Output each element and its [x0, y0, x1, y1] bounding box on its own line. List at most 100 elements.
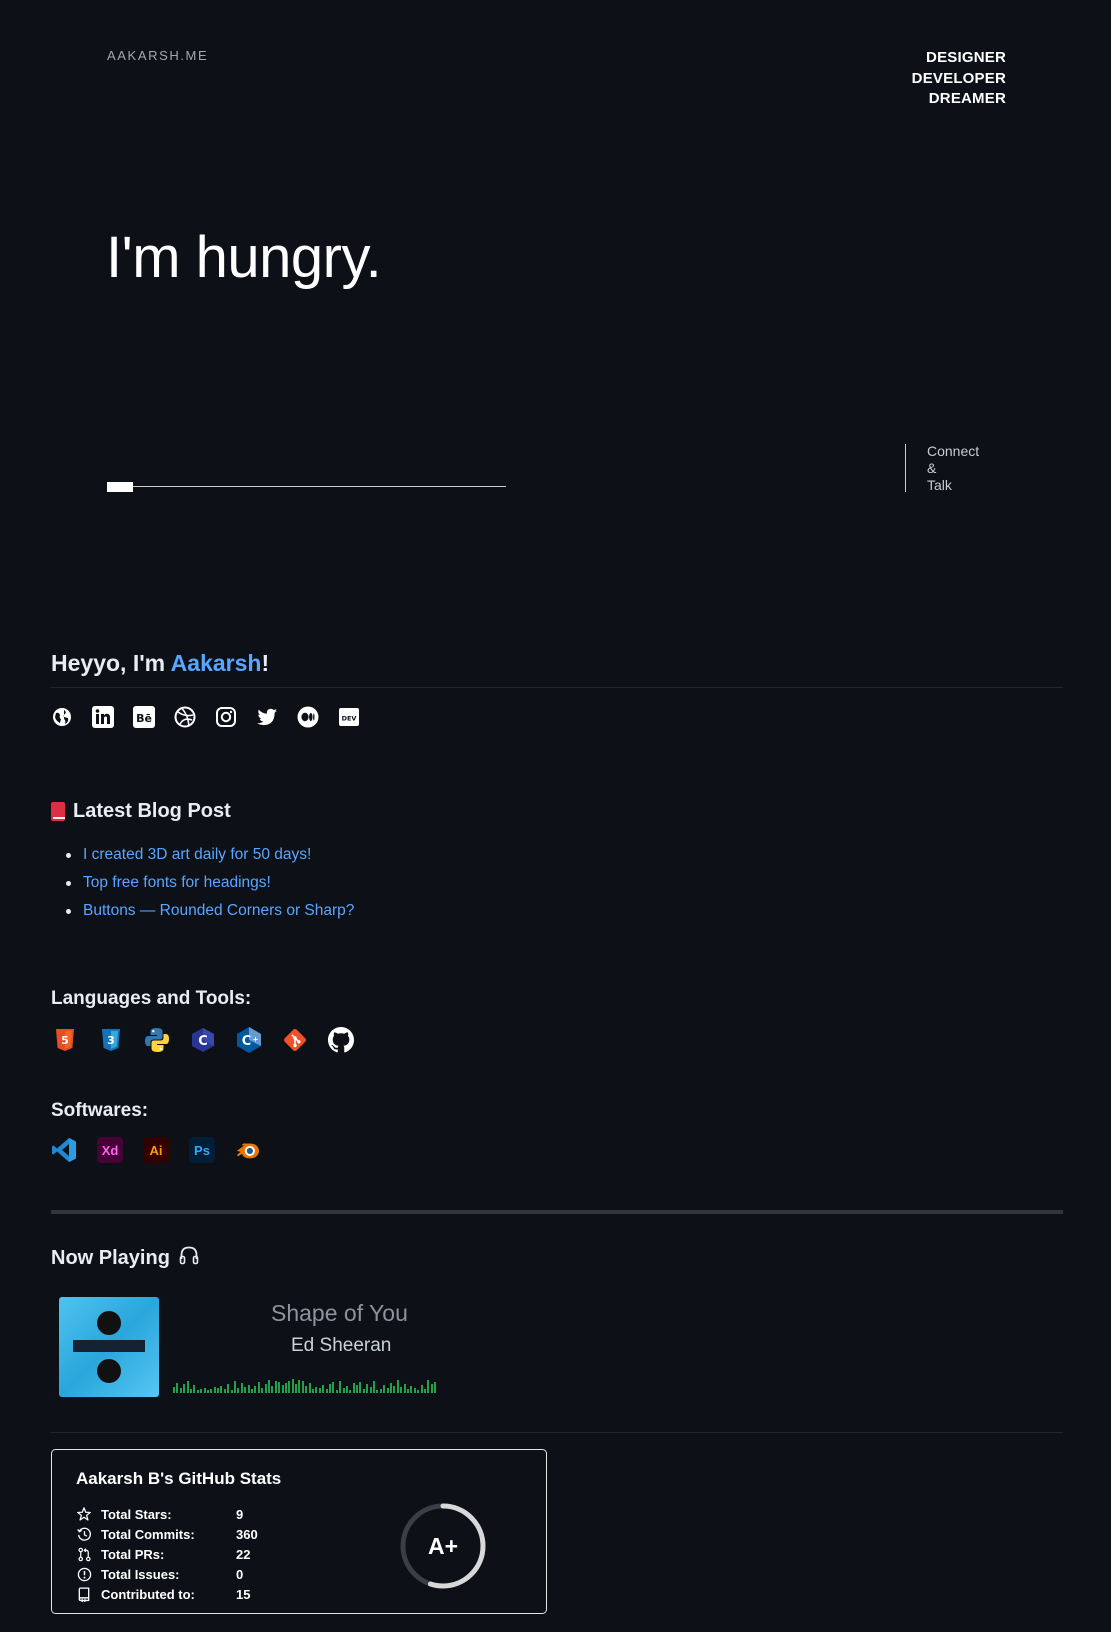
issue-icon: [76, 1566, 92, 1582]
visualizer-bar: [403, 1384, 406, 1393]
visualizer-bar: [250, 1389, 253, 1393]
visualizer-bar: [234, 1381, 237, 1393]
book-icon: [51, 802, 65, 821]
connect-divider: [905, 444, 906, 492]
stat-row: Total PRs: 22: [76, 1544, 258, 1564]
visualizer-bar: [345, 1386, 348, 1393]
github-icon[interactable]: [327, 1026, 354, 1053]
visualizer-bar: [390, 1383, 392, 1393]
hero-section: AAKARSH.ME DESIGNER DEVELOPER DREAMER I'…: [0, 0, 1111, 600]
tagline-line: DESIGNER: [926, 49, 1006, 66]
stat-row: Total Issues: 0: [76, 1564, 258, 1584]
blog-post-link[interactable]: Buttons — Rounded Corners or Sharp?: [83, 902, 354, 919]
now-playing-heading: Now Playing: [51, 1245, 199, 1271]
visualizer-bar: [267, 1380, 270, 1393]
visualizer-bar: [230, 1390, 233, 1393]
visualizer-bar: [284, 1383, 287, 1393]
visualizer-bar: [379, 1389, 382, 1393]
visualizer-bar: [369, 1387, 372, 1393]
visualizer-bar: [335, 1390, 338, 1393]
stat-row: Total Commits: 360: [76, 1524, 258, 1544]
visualizer-bar: [413, 1388, 416, 1393]
c-icon[interactable]: C: [189, 1026, 216, 1053]
visualizer-bar: [359, 1382, 362, 1393]
track-artist[interactable]: Ed Sheeran: [291, 1335, 391, 1357]
instagram-icon[interactable]: [215, 706, 237, 728]
globe-icon[interactable]: [51, 706, 73, 728]
visualizer-bar: [271, 1386, 274, 1393]
twitter-icon[interactable]: [256, 706, 278, 728]
vscode-icon[interactable]: [51, 1137, 77, 1163]
illustrator-icon[interactable]: Ai: [143, 1137, 169, 1163]
svg-text:+: +: [252, 1035, 258, 1043]
visualizer-bar: [261, 1388, 264, 1393]
visualizer-bar: [240, 1383, 243, 1393]
visualizer-bar: [396, 1380, 399, 1393]
visualizer-bar: [237, 1388, 240, 1393]
slide-progress-thumb[interactable]: [107, 482, 133, 492]
tagline-line: DREAMER: [928, 90, 1006, 107]
linkedin-icon[interactable]: [92, 706, 114, 728]
greeting-prefix: Heyyo, I'm: [51, 650, 171, 676]
album-cover-dot: [97, 1311, 121, 1335]
dribbble-icon[interactable]: [174, 706, 196, 728]
medium-icon[interactable]: [297, 706, 319, 728]
album-cover-dot: [97, 1359, 121, 1383]
css3-icon[interactable]: 3: [97, 1026, 124, 1053]
connect-line: Talk: [927, 477, 952, 493]
pull-request-icon: [76, 1546, 92, 1562]
visualizer-bar: [366, 1384, 369, 1393]
headphones-icon: [179, 1245, 199, 1271]
python-icon[interactable]: [143, 1026, 170, 1053]
visualizer-bar: [210, 1389, 213, 1393]
html5-icon[interactable]: 5: [51, 1026, 78, 1053]
visualizer-bar: [213, 1387, 216, 1393]
visualizer-bar: [305, 1386, 308, 1393]
star-icon: [76, 1506, 92, 1522]
visualizer-bar: [400, 1387, 403, 1393]
visualizer-bar: [254, 1386, 257, 1393]
blog-post-link[interactable]: Top free fonts for headings!: [83, 874, 271, 891]
visualizer-bar: [325, 1389, 328, 1393]
blog-post-link[interactable]: I created 3D art daily for 50 days!: [83, 846, 311, 863]
visualizer-bar: [298, 1380, 301, 1393]
track-title[interactable]: Shape of You: [271, 1300, 408, 1327]
connect-link[interactable]: Connect & Talk: [927, 443, 979, 494]
svg-text:Bē: Bē: [136, 712, 152, 725]
stat-label: Total Commits:: [101, 1526, 195, 1542]
rank-grade: A+: [427, 1532, 459, 1559]
visualizer-bar: [332, 1382, 335, 1393]
stat-row: Total Stars: 9: [76, 1504, 258, 1524]
album-cover[interactable]: [59, 1297, 159, 1397]
visualizer-bar: [318, 1388, 321, 1393]
svg-text:DEV: DEV: [342, 715, 357, 723]
readme: Heyyo, I'm Aakarsh! Bē DEV Latest Blog P…: [51, 650, 1063, 1614]
visualizer-bar: [339, 1381, 342, 1393]
list-item: Top free fonts for headings!: [51, 869, 354, 897]
behance-icon[interactable]: Bē: [133, 706, 155, 728]
visualizer-bar: [352, 1383, 355, 1393]
social-links: Bē DEV: [51, 705, 1063, 729]
greeting-suffix: !: [261, 650, 270, 676]
cplusplus-icon[interactable]: C +: [235, 1026, 262, 1053]
stat-label: Contributed to:: [101, 1586, 195, 1602]
visualizer-bar: [206, 1390, 209, 1393]
hero-headline: I'm hungry.: [106, 225, 382, 290]
section-divider: [51, 1210, 1063, 1214]
visualizer-bar: [342, 1388, 345, 1393]
visualizer-bar: [386, 1388, 389, 1393]
xd-icon[interactable]: Xd: [97, 1137, 123, 1163]
visualizer-bar: [423, 1389, 426, 1393]
greeting-name-link[interactable]: Aakarsh: [171, 650, 262, 676]
stats-rows: Total Stars: 9 Total Commits: 360 Total …: [76, 1504, 258, 1604]
git-icon[interactable]: [281, 1026, 308, 1053]
visualizer-bar: [427, 1380, 430, 1393]
github-stats-card[interactable]: Aakarsh B's GitHub Stats Total Stars: 9 …: [51, 1449, 547, 1614]
visualizer-bar: [291, 1379, 294, 1393]
photoshop-icon[interactable]: Ps: [189, 1137, 215, 1163]
site-brand[interactable]: AAKARSH.ME: [107, 48, 208, 63]
dev-icon[interactable]: DEV: [338, 706, 360, 728]
blender-icon[interactable]: [235, 1137, 261, 1163]
visualizer-bar: [410, 1386, 413, 1393]
stat-value: 360: [236, 1526, 258, 1542]
